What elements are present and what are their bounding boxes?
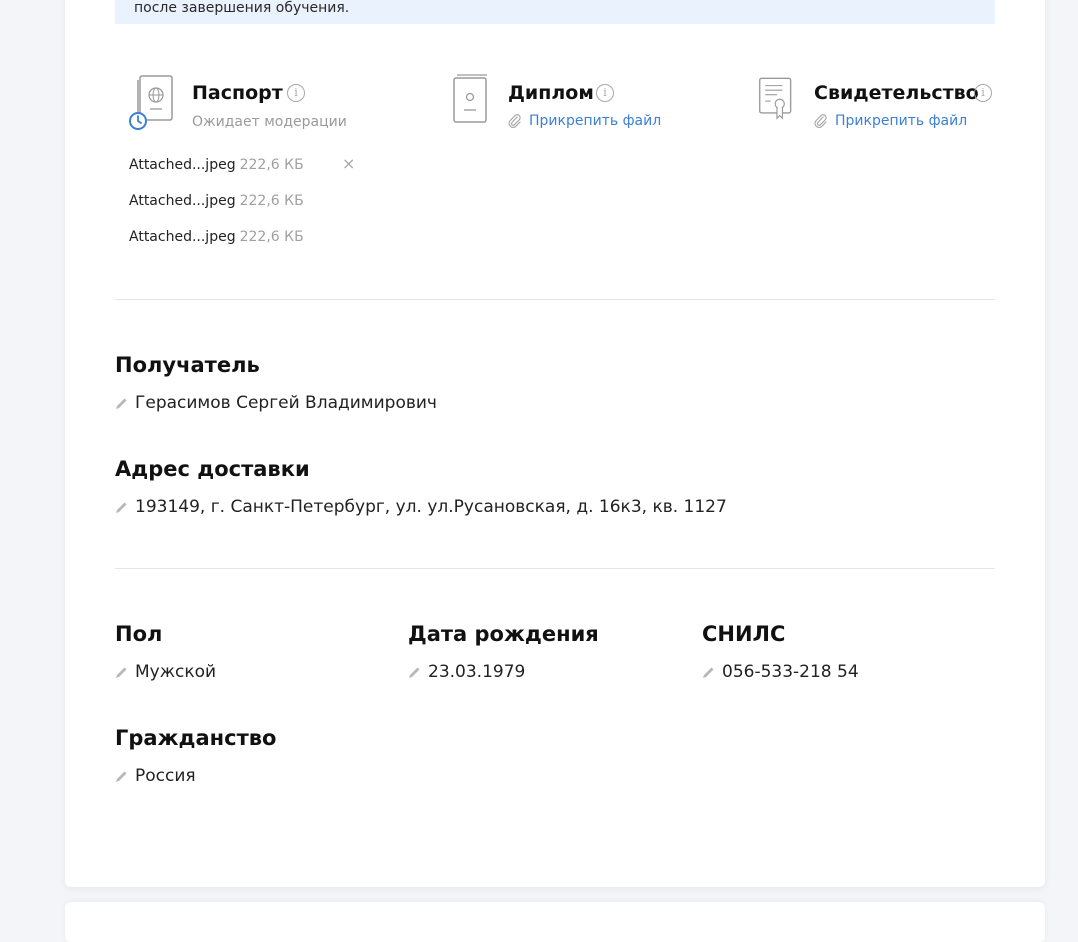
- citizenship-label: Гражданство: [115, 726, 277, 750]
- address-label: Адрес доставки: [115, 457, 310, 481]
- pencil-icon[interactable]: [115, 770, 128, 783]
- paperclip-icon: [508, 114, 521, 128]
- attach-file-link[interactable]: Прикрепить файл: [529, 113, 661, 129]
- pencil-icon[interactable]: [408, 666, 421, 679]
- file-name: Attached...jpeg: [129, 229, 236, 245]
- pencil-icon[interactable]: [115, 501, 128, 514]
- certificate-title: Свидетельство: [814, 82, 979, 104]
- next-card: [65, 902, 1045, 942]
- file-row[interactable]: Attached...jpeg 222,6 КБ: [129, 229, 304, 245]
- notice-text: после завершения обучения.: [134, 0, 350, 16]
- address-value[interactable]: 193149, г. Санкт-Петербург, ул. ул.Русан…: [115, 497, 727, 517]
- diploma-icon: [453, 74, 487, 123]
- file-size: 222,6 КБ: [239, 193, 304, 209]
- gender-label: Пол: [115, 622, 163, 646]
- info-icon[interactable]: i: [974, 84, 992, 102]
- certificate-icon: [759, 77, 792, 120]
- info-icon[interactable]: i: [596, 84, 614, 102]
- file-name: Attached...jpeg: [129, 193, 236, 209]
- gender-text: Мужской: [135, 662, 217, 682]
- divider: [115, 299, 995, 300]
- gender-value[interactable]: Мужской: [115, 662, 216, 682]
- recipient-value[interactable]: Герасимов Сергей Владимирович: [115, 393, 437, 413]
- snils-text: 056-533-218 54: [722, 662, 859, 682]
- info-notice: после завершения обучения.: [115, 0, 995, 24]
- citizenship-value[interactable]: Россия: [115, 766, 196, 786]
- pencil-icon[interactable]: [115, 397, 128, 410]
- recipient-name: Герасимов Сергей Владимирович: [135, 393, 437, 413]
- birthdate-text: 23.03.1979: [428, 662, 526, 682]
- address-text: 193149, г. Санкт-Петербург, ул. ул.Русан…: [135, 497, 727, 517]
- file-size: 222,6 КБ: [239, 157, 304, 173]
- file-name: Attached...jpeg: [129, 157, 236, 173]
- info-icon[interactable]: i: [287, 84, 305, 102]
- attach-file-link[interactable]: Прикрепить файл: [835, 113, 967, 129]
- file-row[interactable]: Attached...jpeg 222,6 КБ: [129, 157, 304, 173]
- diploma-title: Диплом: [508, 82, 594, 104]
- clock-status-icon: [129, 112, 147, 130]
- paperclip-icon: [814, 114, 827, 128]
- citizenship-text: Россия: [135, 766, 196, 786]
- pencil-icon[interactable]: [115, 666, 128, 679]
- recipient-label: Получатель: [115, 353, 260, 377]
- birthdate-value[interactable]: 23.03.1979: [408, 662, 525, 682]
- file-size: 222,6 КБ: [239, 229, 304, 245]
- passport-title: Паспорт: [192, 82, 283, 104]
- divider: [115, 568, 995, 569]
- snils-value[interactable]: 056-533-218 54: [702, 662, 859, 682]
- profile-card: [65, 0, 1045, 887]
- passport-status: Ожидает модерации: [192, 114, 347, 130]
- birthdate-label: Дата рождения: [408, 622, 599, 646]
- remove-file-icon[interactable]: ×: [342, 154, 355, 173]
- file-row[interactable]: Attached...jpeg 222,6 КБ: [129, 193, 304, 209]
- snils-label: СНИЛС: [702, 622, 786, 646]
- pencil-icon[interactable]: [702, 666, 715, 679]
